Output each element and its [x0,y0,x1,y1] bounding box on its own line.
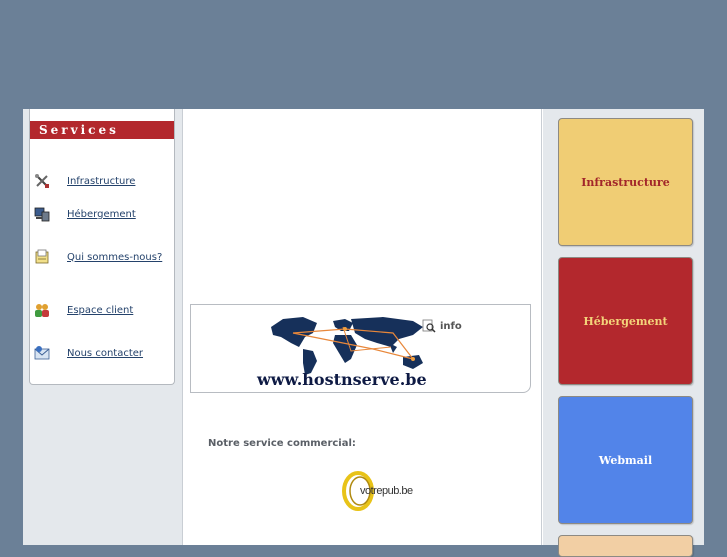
sidebar-item-label[interactable]: Qui sommes-nous? [67,252,162,263]
tools-icon [34,173,50,189]
tile-hebergement[interactable]: Hébergement [558,257,693,385]
tile-webmail[interactable]: Webmail [558,396,693,524]
right-tiles: Infrastructure Hébergement Webmail [543,109,704,557]
sidebar-item-label[interactable]: Infrastructure [67,176,135,187]
page-container: Services Infrastructure Hébergement Qui … [23,109,704,557]
site-banner: www.hostnserve.be info [190,304,531,393]
services-menu: Services Infrastructure Hébergement Qui … [29,109,175,385]
tile-partial[interactable] [558,535,693,557]
commercial-service-label: Notre service commercial: [208,438,356,449]
sidebar-item-infrastructure[interactable]: Infrastructure [34,172,135,190]
main-content: www.hostnserve.be info Notre service com… [184,109,542,545]
tile-label: Hébergement [583,314,668,328]
site-url: www.hostnserve.be [257,370,427,389]
sidebar-item-hebergement[interactable]: Hébergement [34,205,136,223]
tile-label: Infrastructure [581,175,670,189]
sidebar-item-nous-contacter[interactable]: Nous contacter [34,344,143,362]
document-icon [34,249,50,265]
users-icon [34,302,50,318]
partner-logo[interactable]: votrepub.be [340,467,430,513]
tile-label: Webmail [598,453,653,467]
sidebar-item-label[interactable]: Hébergement [67,209,136,220]
mail-icon [34,345,50,361]
tile-infrastructure[interactable]: Infrastructure [558,118,693,246]
sidebar-item-label[interactable]: Nous contacter [67,348,143,359]
sidebar-divider [182,109,183,545]
partner-logo-text: votrepub.be [360,485,413,497]
info-link[interactable]: info [422,319,462,333]
sidebar-item-espace-client[interactable]: Espace client [34,301,133,319]
content-divider [541,109,542,545]
sidebar-item-label[interactable]: Espace client [67,305,133,316]
left-sidebar: Services Infrastructure Hébergement Qui … [23,109,183,545]
magnifier-document-icon [422,319,436,333]
sidebar-item-qui-sommes-nous[interactable]: Qui sommes-nous? [34,248,162,266]
server-icon [34,206,50,222]
services-title: Services [30,121,174,139]
info-label: info [440,320,462,332]
